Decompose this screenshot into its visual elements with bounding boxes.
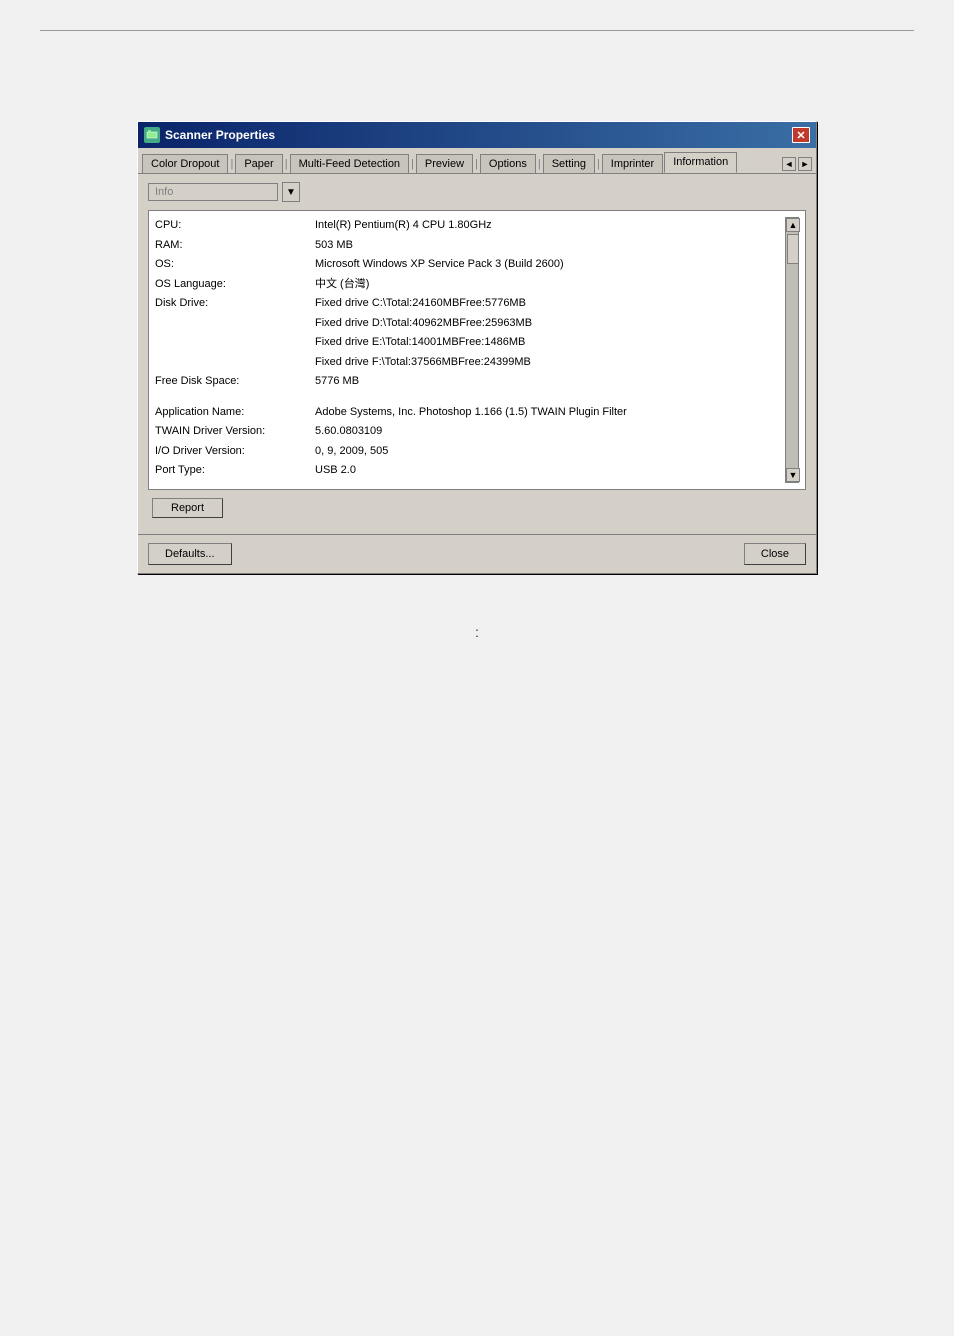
info-key-disk4 (155, 354, 315, 371)
title-bar: Scanner Properties ✕ (138, 122, 816, 148)
info-row-iodriver: I/O Driver Version: 0, 9, 2009, 505 (155, 443, 783, 460)
info-key-disk: Disk Drive: (155, 295, 315, 312)
info-row-id: ID / Address: USB (155, 482, 783, 484)
info-value-os: Microsoft Windows XP Service Pack 3 (Bui… (315, 256, 783, 273)
tab-imprinter[interactable]: Imprinter (602, 154, 663, 173)
info-table: CPU: Intel(R) Pentium(R) 4 CPU 1.80GHz R… (155, 217, 783, 483)
info-row-disk4: Fixed drive F:\Total:37566MBFree:24399MB (155, 354, 783, 371)
scanner-icon (144, 127, 160, 143)
info-value-cpu: Intel(R) Pentium(R) 4 CPU 1.80GHz (315, 217, 783, 234)
info-value-porttype: USB 2.0 (315, 462, 783, 479)
tabs-nav: ◄ ► (782, 157, 812, 173)
scroll-up-button[interactable]: ▲ (786, 218, 800, 232)
tab-paper[interactable]: Paper (235, 154, 282, 173)
info-label: Info (148, 183, 278, 201)
info-value-freedisk: 5776 MB (315, 373, 783, 390)
tab-options[interactable]: Options (480, 154, 536, 173)
info-key-os: OS: (155, 256, 315, 273)
info-value-disk2: Fixed drive D:\Total:40962MBFree:25963MB (315, 315, 783, 332)
dialog-content: Info ▼ CPU: Intel(R) Pentium(R) 4 CPU 1.… (138, 174, 816, 534)
scroll-track (786, 232, 798, 468)
scanner-properties-dialog: Scanner Properties ✕ Color Dropout | Pap… (137, 121, 817, 574)
defaults-button[interactable]: Defaults... (148, 543, 232, 565)
top-divider (40, 30, 914, 31)
info-row-os: OS: Microsoft Windows XP Service Pack 3 … (155, 256, 783, 273)
close-dialog-button[interactable]: Close (744, 543, 806, 565)
info-value-disk3: Fixed drive E:\Total:14001MBFree:1486MB (315, 334, 783, 351)
dialog-area: Scanner Properties ✕ Color Dropout | Pap… (0, 61, 954, 594)
info-scrollbar: ▲ ▼ (785, 217, 799, 483)
info-key-iodriver: I/O Driver Version: (155, 443, 315, 460)
tab-sep-3: | (410, 158, 415, 173)
info-key-oslang: OS Language: (155, 276, 315, 293)
tab-preview[interactable]: Preview (416, 154, 473, 173)
info-value-oslang: 中文 (台灣) (315, 276, 783, 293)
info-key-appname: Application Name: (155, 404, 315, 421)
report-button[interactable]: Report (152, 498, 223, 518)
info-value-disk1: Fixed drive C:\Total:24160MBFree:5776MB (315, 295, 783, 312)
info-key-disk3 (155, 334, 315, 351)
info-value-ram: 503 MB (315, 237, 783, 254)
scroll-down-button[interactable]: ▼ (786, 468, 800, 482)
info-row-porttype: Port Type: USB 2.0 (155, 462, 783, 479)
info-value-twain: 5.60.0803109 (315, 423, 783, 440)
info-key-ram: RAM: (155, 237, 315, 254)
info-row-appname: Application Name: Adobe Systems, Inc. Ph… (155, 404, 783, 421)
info-key-id: ID / Address: (155, 482, 315, 484)
tab-prev-button[interactable]: ◄ (782, 157, 796, 171)
tabs-list: Color Dropout | Paper | Multi-Feed Detec… (142, 152, 737, 173)
tab-setting[interactable]: Setting (543, 154, 595, 173)
info-row-disk1: Disk Drive: Fixed drive C:\Total:24160MB… (155, 295, 783, 312)
info-key-porttype: Port Type: (155, 462, 315, 479)
info-key-freedisk: Free Disk Space: (155, 373, 315, 390)
info-row-spacer (155, 393, 783, 401)
info-row-twain: TWAIN Driver Version: 5.60.0803109 (155, 423, 783, 440)
info-dropdown-row: Info ▼ (148, 182, 806, 202)
info-box: CPU: Intel(R) Pentium(R) 4 CPU 1.80GHz R… (148, 210, 806, 490)
info-value-appname: Adobe Systems, Inc. Photoshop 1.166 (1.5… (315, 404, 783, 421)
info-value-id: USB (315, 482, 783, 484)
dialog-bottom-bar: Defaults... Close (138, 534, 816, 573)
info-key-disk2 (155, 315, 315, 332)
tab-sep-5: | (537, 158, 542, 173)
close-button[interactable]: ✕ (792, 127, 810, 143)
tab-sep-6: | (596, 158, 601, 173)
info-value-disk4: Fixed drive F:\Total:37566MBFree:24399MB (315, 354, 783, 371)
info-dropdown-arrow[interactable]: ▼ (282, 182, 300, 202)
tab-sep-4: | (474, 158, 479, 173)
empty-space (0, 670, 954, 1070)
info-row-disk2: Fixed drive D:\Total:40962MBFree:25963MB (155, 315, 783, 332)
info-value-iodriver: 0, 9, 2009, 505 (315, 443, 783, 460)
info-row-ram: RAM: 503 MB (155, 237, 783, 254)
report-btn-row: Report (148, 498, 806, 518)
tab-information[interactable]: Information (664, 152, 737, 173)
info-key-cpu: CPU: (155, 217, 315, 234)
title-bar-left: Scanner Properties (144, 127, 275, 143)
info-row-freedisk: Free Disk Space: 5776 MB (155, 373, 783, 390)
tab-sep-2: | (284, 158, 289, 173)
info-row-disk3: Fixed drive E:\Total:14001MBFree:1486MB (155, 334, 783, 351)
bottom-colon: : (0, 594, 954, 670)
info-key-twain: TWAIN Driver Version: (155, 423, 315, 440)
tab-multifeed[interactable]: Multi-Feed Detection (290, 154, 410, 173)
tab-color-dropout[interactable]: Color Dropout (142, 154, 228, 173)
dialog-title: Scanner Properties (165, 128, 275, 142)
page-wrapper: Scanner Properties ✕ Color Dropout | Pap… (0, 0, 954, 1336)
tab-sep-1: | (229, 158, 234, 173)
tab-next-button[interactable]: ► (798, 157, 812, 171)
info-row-oslang: OS Language: 中文 (台灣) (155, 276, 783, 293)
info-row-cpu: CPU: Intel(R) Pentium(R) 4 CPU 1.80GHz (155, 217, 783, 234)
tabs-bar: Color Dropout | Paper | Multi-Feed Detec… (138, 148, 816, 174)
scroll-thumb[interactable] (787, 234, 799, 264)
